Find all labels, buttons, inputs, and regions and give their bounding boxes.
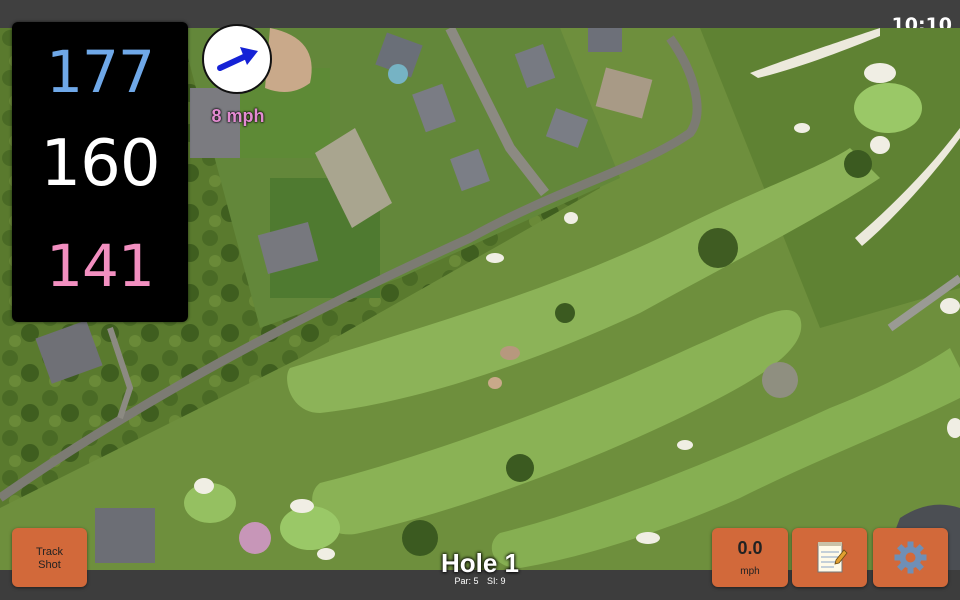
center-yardage: 160 <box>40 127 160 201</box>
notepad-icon <box>817 542 848 573</box>
hole-stroke-index: SI: 9 <box>487 576 506 586</box>
yardage-panel: 177 160 141 <box>12 22 188 322</box>
speed-value: 0.0 <box>737 538 763 558</box>
gear-icon <box>894 541 927 574</box>
front-yardage: 141 <box>46 232 155 300</box>
hole-par: Par: 5 <box>454 576 479 586</box>
wind-arrow-icon <box>217 47 258 71</box>
wind-indicator[interactable] <box>202 24 272 94</box>
speed-unit: mph <box>740 566 760 577</box>
hole-info: Par: 5 SI: 9 <box>400 576 560 586</box>
wind-speed-label: 8 mph <box>211 106 265 126</box>
settings-button[interactable] <box>873 528 948 587</box>
track-shot-label-line1: Track <box>35 546 64 558</box>
track-shot-label-line2: Shot <box>38 559 61 571</box>
speed-button[interactable]: 0.0 mph <box>712 528 788 587</box>
notes-button[interactable] <box>792 528 867 587</box>
hole-title: Hole 1 <box>440 548 520 578</box>
track-shot-button[interactable]: Track Shot <box>12 528 87 587</box>
back-yardage: 177 <box>46 38 155 106</box>
